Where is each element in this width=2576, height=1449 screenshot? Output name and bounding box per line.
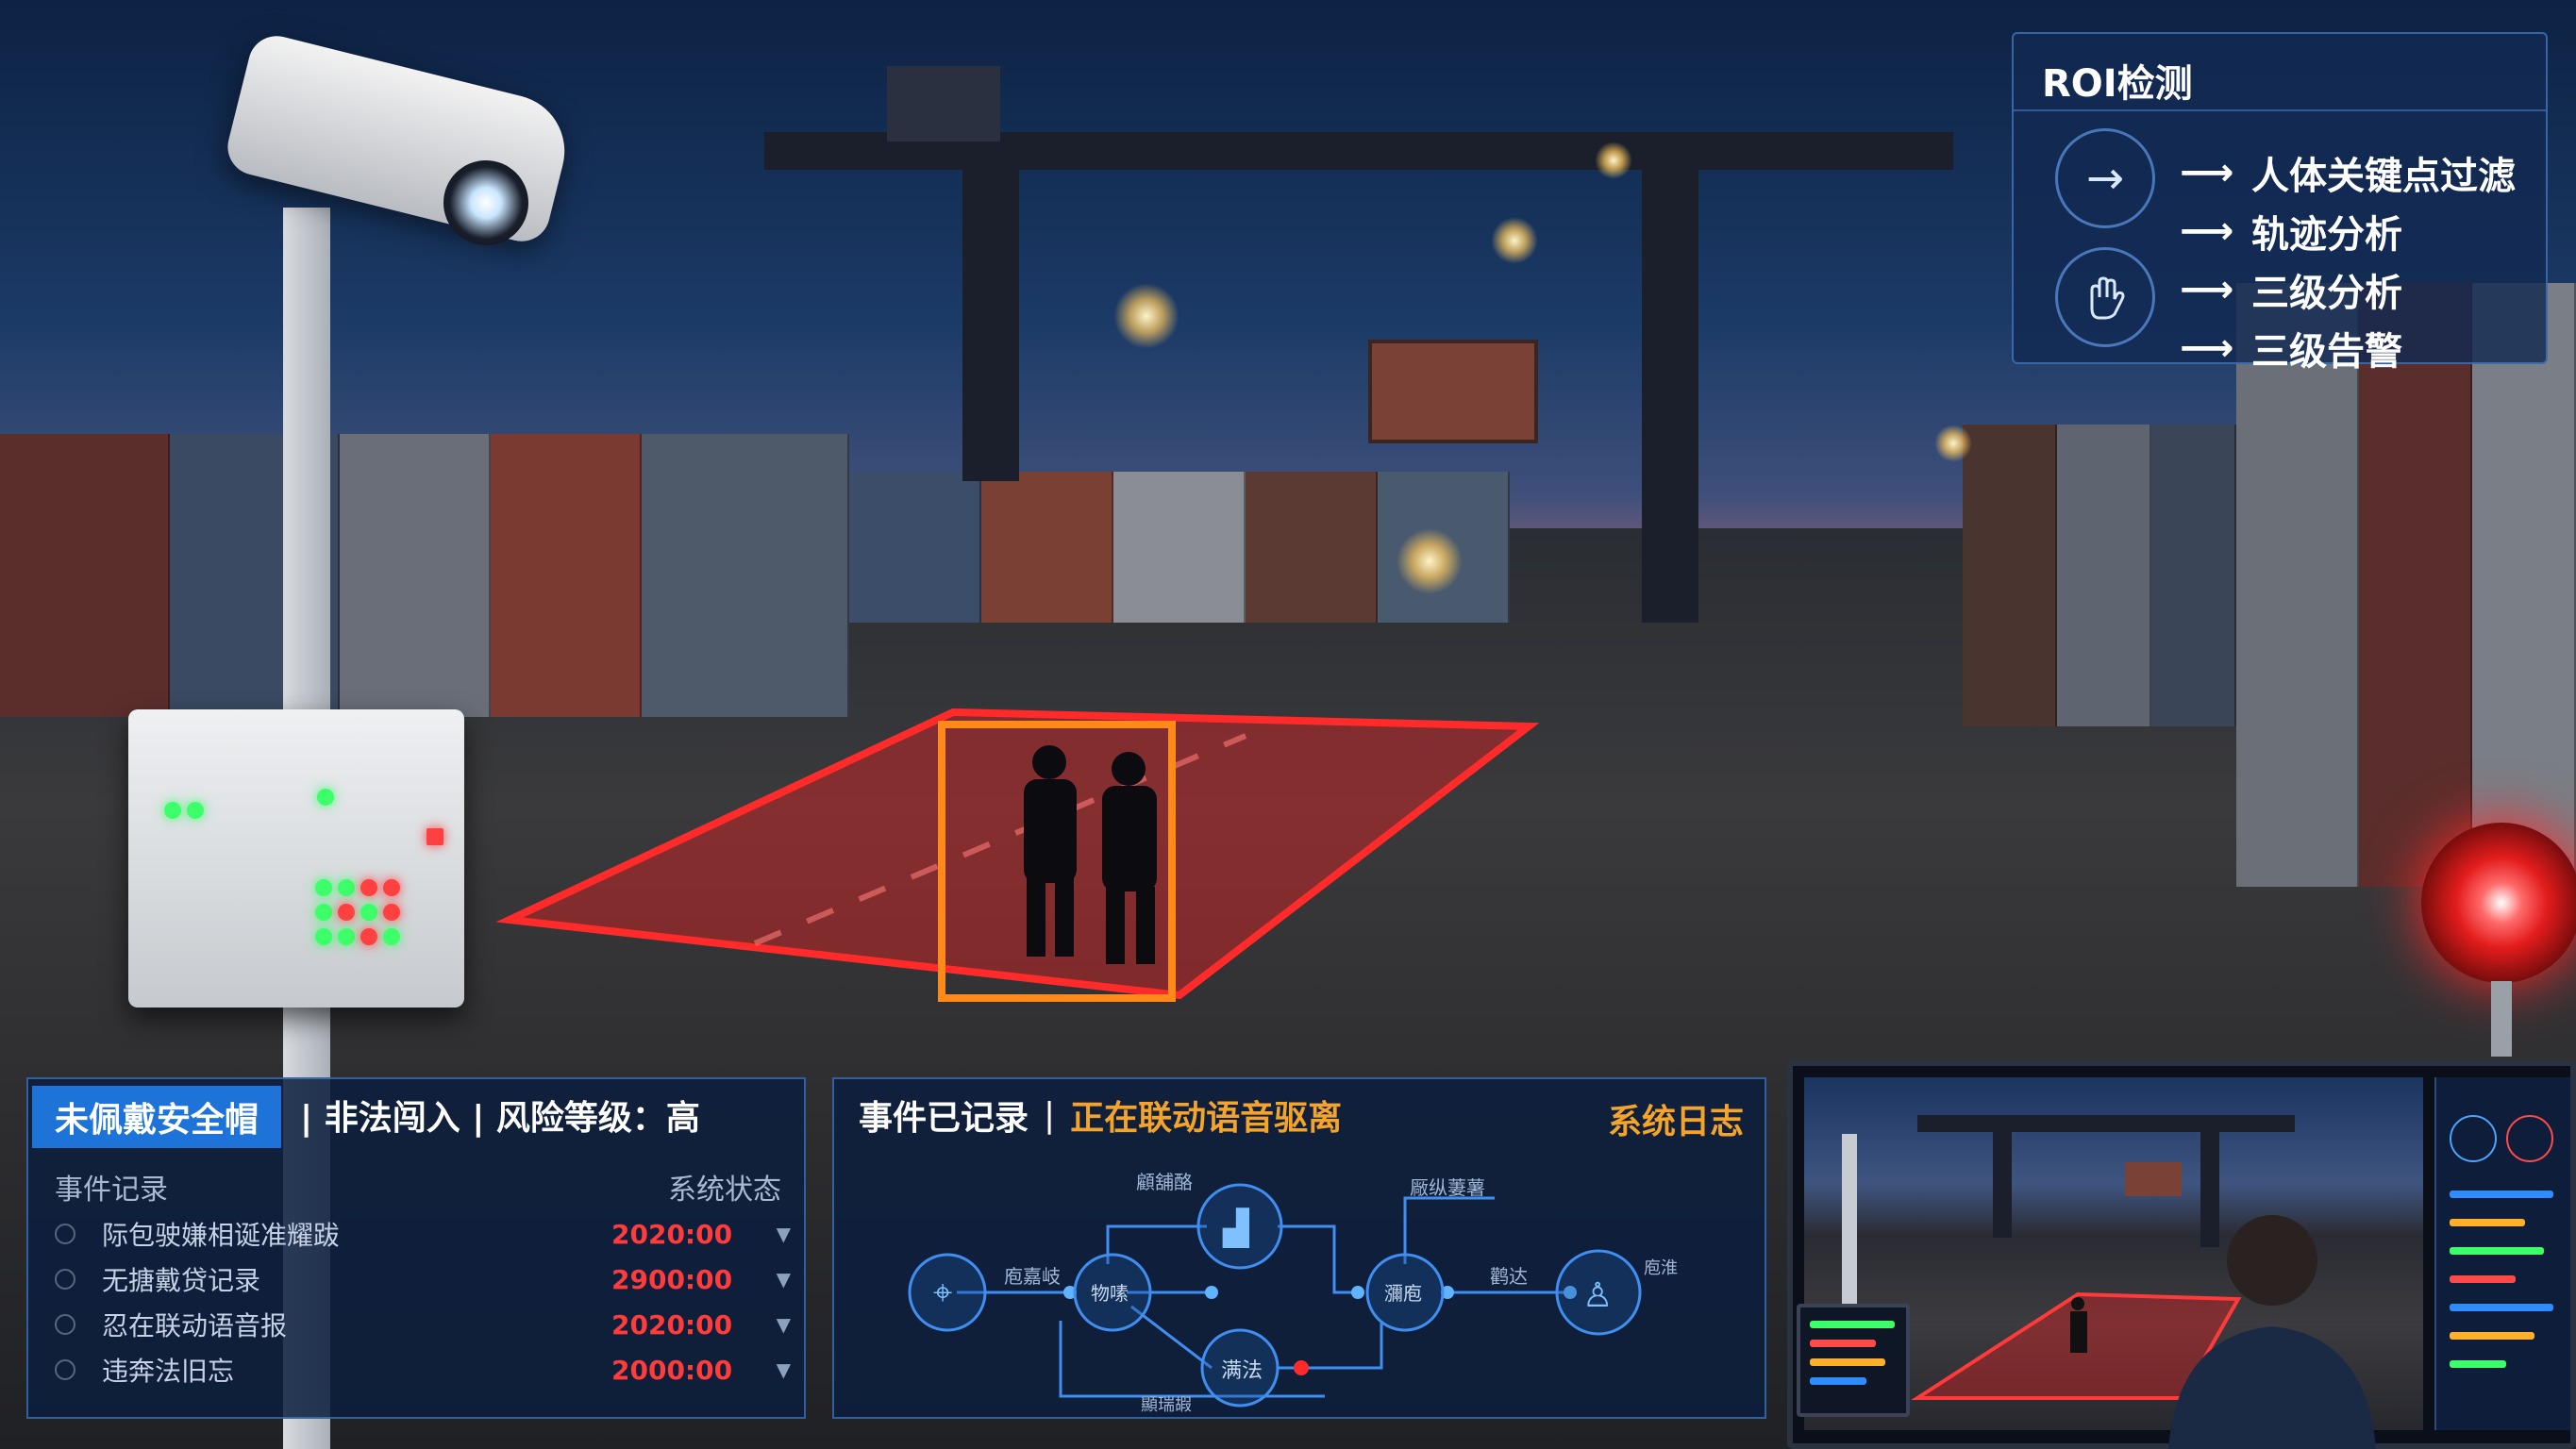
chevron-down-icon[interactable]: ▼	[753, 1268, 791, 1291]
arrow-right-icon: ⟶	[2180, 209, 2234, 253]
node-label: 顯瑞嘏	[1141, 1395, 1192, 1415]
node-label: 顧舖酪	[1136, 1171, 1193, 1193]
list-item[interactable]: 无搪戴贷记录 2900:00 ▼	[55, 1257, 800, 1302]
node-label: 厰纵萋薯	[1410, 1176, 1485, 1199]
svg-text:⌖: ⌖	[933, 1274, 952, 1312]
column-event-log: 事件记录	[55, 1174, 168, 1207]
secondary-screen	[1797, 1304, 1910, 1417]
roi-step: ⟶ 轨迹分析	[2180, 209, 2402, 257]
alarm-beacon	[2421, 823, 2576, 983]
arrow-right-icon: ⟶	[2180, 151, 2234, 194]
roi-step: ⟶ 人体关键点过滤	[2180, 151, 2516, 198]
roi-panel-divider	[2014, 109, 2546, 111]
operator-silhouette	[2140, 1204, 2385, 1449]
roi-step: ⟶ 三级分析	[2180, 268, 2402, 315]
alert-tag-no-helmet[interactable]: 未佩戴安全帽	[32, 1086, 282, 1148]
event-recorded-label: 事件已记录	[859, 1099, 1029, 1138]
hand-icon	[2055, 247, 2155, 347]
roi-step: ⟶ 三级告警	[2180, 326, 2402, 374]
header-separator: |	[1044, 1095, 1056, 1135]
arrow-right-icon: →	[2055, 128, 2155, 228]
node-label: 满法	[1221, 1359, 1263, 1383]
beacon-pole	[2491, 981, 2512, 1057]
workflow-panel: 事件已记录 | 正在联动语音驱离 系统日志 ⌖ ▟ ♙ 顧舖酪 厰纵萋薯 庖嘉岐…	[832, 1077, 1766, 1419]
workflow-diagram: ⌖ ▟ ♙ 顧舖酪 厰纵萋薯 庖嘉岐 物嗉 瀰庖 鹳达 庖淮 满法 顯瑞嘏	[908, 1171, 1678, 1415]
crane-top	[887, 66, 1000, 142]
status-dot-icon	[55, 1314, 75, 1335]
chevron-down-icon[interactable]: ▼	[753, 1313, 791, 1336]
control-box	[128, 709, 464, 1008]
voice-dispersal-status: 正在联动语音驱离	[1070, 1099, 1343, 1138]
system-log-button[interactable]: 系统日志	[1608, 1094, 1744, 1143]
svg-text:▟: ▟	[1222, 1208, 1250, 1248]
monitor-status-sidebar	[2434, 1077, 2570, 1430]
node-label: 庖嘉岐	[1004, 1265, 1061, 1288]
container-stack-right-2	[1963, 425, 2236, 726]
list-item[interactable]: 际包驶嫌相诞准耀跋 2020:00 ▼	[55, 1211, 800, 1257]
node-label: 鹳达	[1490, 1265, 1528, 1288]
status-dot-icon	[55, 1224, 75, 1244]
list-item[interactable]: 忍在联动语音报 2020:00 ▼	[55, 1302, 800, 1347]
column-system-status: 系统状态	[668, 1174, 781, 1207]
roi-detection-panel: ROI检测 → ⟶ 人体关键点过滤 ⟶ 轨迹分析 ⟶ 三级分析 ⟶ 三级告警	[2012, 32, 2548, 374]
arrow-right-icon: ⟶	[2180, 326, 2234, 370]
roi-panel-title: ROI检测	[2042, 62, 2193, 106]
svg-text:♙: ♙	[1582, 1276, 1613, 1315]
node-label: 瀰庖	[1384, 1282, 1422, 1305]
hanging-container	[1368, 340, 1538, 443]
crane-leg-right	[1642, 160, 1698, 623]
camera-lens	[443, 160, 528, 245]
status-dot-icon	[55, 1359, 75, 1380]
arrow-right-icon: ⟶	[2180, 268, 2234, 311]
chevron-down-icon[interactable]: ▼	[753, 1358, 791, 1381]
alert-panel: 未佩戴安全帽 | 非法闯入 | 风险等级：高 事件记录 系统状态 际包驶嫌相诞准…	[26, 1077, 806, 1419]
list-item[interactable]: 违奔法旧忘 2000:00 ▼	[55, 1347, 800, 1392]
crane-leg-left	[962, 160, 1019, 481]
container-stack-left	[0, 434, 849, 717]
alert-column-headers: 事件记录 系统状态	[55, 1166, 781, 1208]
node-label: 物嗉	[1091, 1282, 1129, 1305]
alert-panel-header: 未佩戴安全帽 | 非法闯入 | 风险等级：高	[28, 1079, 804, 1151]
roi-steps-list: ⟶ 人体关键点过滤 ⟶ 轨迹分析 ⟶ 三级分析 ⟶ 三级告警	[2180, 143, 2516, 377]
chevron-down-icon[interactable]: ▼	[753, 1223, 791, 1245]
alert-header-text: | 非法闯入 | 风险等级：高	[300, 1099, 700, 1138]
node-label: 庖淮	[1644, 1258, 1678, 1278]
alert-event-list: 际包驶嫌相诞准耀跋 2020:00 ▼ 无搪戴贷记录 2900:00 ▼ 忍在联…	[55, 1211, 800, 1392]
status-dot-icon	[55, 1269, 75, 1290]
